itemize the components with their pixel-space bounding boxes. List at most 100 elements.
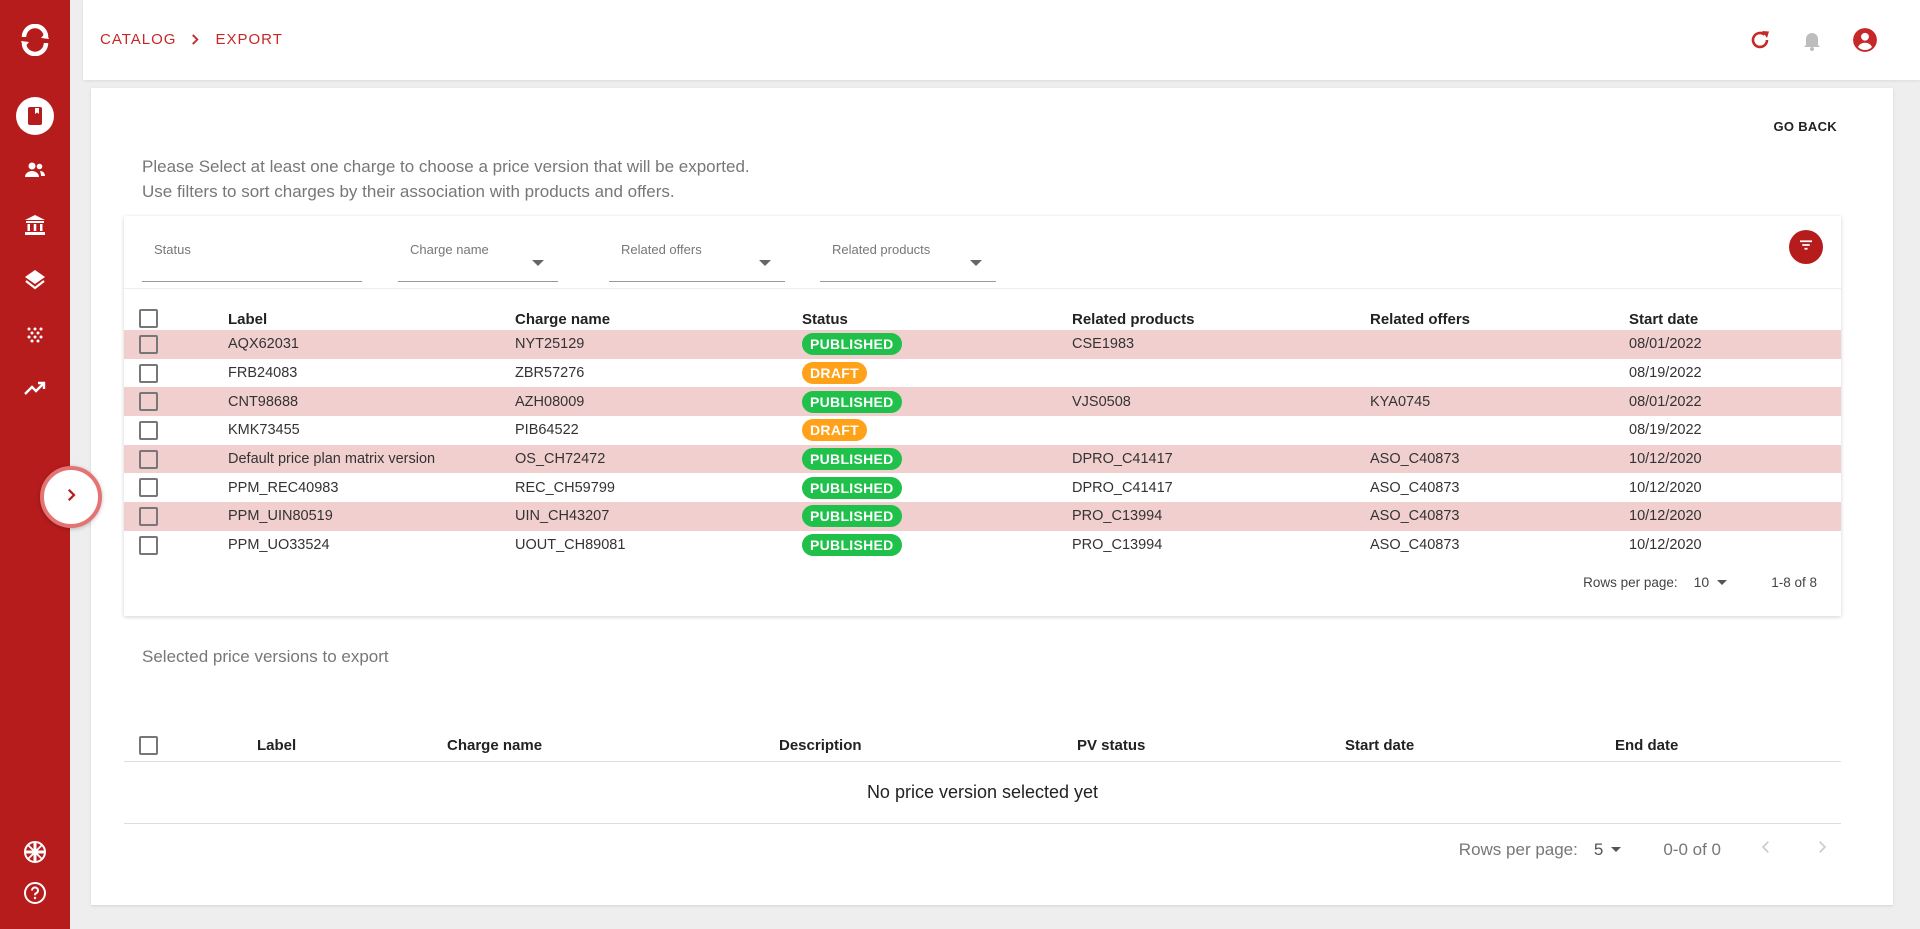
sidebar-item-catalog[interactable] — [0, 96, 70, 136]
sidebar-item-help[interactable] — [0, 875, 70, 915]
status-badge: DRAFT — [802, 419, 867, 442]
status-filter-label: Status — [154, 242, 191, 257]
column-header-label[interactable]: Label — [228, 304, 515, 330]
caret-down-icon — [1717, 579, 1728, 585]
notifications-bell-icon[interactable] — [1799, 27, 1825, 53]
rows-per-page-value: 10 — [1693, 574, 1710, 590]
row-select-cell — [124, 387, 228, 417]
related-offers-cell: ASO_C40873 — [1370, 537, 1460, 554]
selected-section-title: Selected price versions to export — [142, 647, 389, 666]
status-badge: PUBLISHED — [802, 333, 902, 356]
column-header-description[interactable]: Description — [779, 731, 1077, 762]
caret-down-icon — [1611, 847, 1622, 852]
related-products-filter-label: Related products — [832, 242, 931, 257]
previous-page-button[interactable] — [1757, 838, 1775, 861]
sidebar-item-layers[interactable] — [0, 262, 70, 302]
charge-name-cell: PIB64522 — [515, 422, 579, 439]
status-filter[interactable]: Status — [142, 228, 362, 282]
start-date-cell: 10/12/2020 — [1629, 479, 1702, 496]
start-date-cell: 10/12/2020 — [1629, 537, 1702, 554]
next-page-button[interactable] — [1813, 838, 1831, 861]
table-row[interactable]: Default price plan matrix version OS_CH72… — [124, 444, 1841, 474]
column-header-pv-status[interactable]: PV status — [1077, 731, 1345, 762]
related-products-cell: PRO_C13994 — [1072, 502, 1370, 531]
start-date-cell: 08/01/2022 — [1629, 330, 1841, 359]
sidebar-item-analytics[interactable] — [0, 317, 70, 357]
table-row[interactable]: PPM_UIN80519 UIN_CH43207 PUBLISHED PRO_C139… — [124, 502, 1841, 531]
row-select-cell — [124, 502, 228, 531]
row-checkbox[interactable] — [139, 449, 158, 469]
app-logo-icon[interactable] — [19, 23, 51, 57]
label-cell: PPM_UO33524 — [228, 537, 330, 554]
column-header-charge-name[interactable]: Charge name — [515, 304, 802, 330]
table-header-row: Label Charge name Description PV status … — [124, 731, 1841, 762]
sidebar-item-trends[interactable] — [0, 371, 70, 411]
label-cell: PPM_UIN80519 — [228, 502, 515, 531]
breadcrumb-catalog[interactable]: CATALOG — [100, 31, 176, 48]
row-select-cell — [124, 416, 228, 445]
row-checkbox[interactable] — [139, 535, 158, 555]
chevron-right-icon — [1819, 841, 1827, 853]
table-row[interactable]: FRB24083 ZBR57276 DRAFT 08/19/2022 — [124, 359, 1841, 388]
table-row[interactable]: CNT98688 AZH08009 PUBLISHED VJS0508 KYA0745 0… — [124, 387, 1841, 417]
column-header-label[interactable]: Label — [257, 731, 447, 762]
sidebar-item-users[interactable] — [0, 152, 70, 192]
selected-versions-table: Label Charge name Description PV status … — [124, 731, 1841, 824]
sidebar-item-bank[interactable] — [0, 207, 70, 247]
pagination-range: 0-0 of 0 — [1663, 839, 1721, 859]
column-header-start-date[interactable]: Start date — [1629, 304, 1841, 330]
filter-button[interactable] — [1789, 230, 1823, 264]
charge-name-cell: NYT25129 — [515, 330, 802, 359]
empty-message: No price version selected yet — [124, 761, 1841, 824]
column-header-charge-name[interactable]: Charge name — [447, 731, 779, 762]
charge-name-cell: OS_CH72472 — [515, 444, 802, 474]
caret-down-icon — [532, 260, 544, 266]
chevron-left-icon — [1761, 841, 1769, 853]
chevron-right-icon — [62, 486, 80, 509]
rows-per-page-select[interactable]: 5 — [1594, 840, 1622, 860]
sidebar — [0, 0, 70, 929]
empty-row: No price version selected yet — [124, 761, 1841, 824]
row-checkbox[interactable] — [139, 392, 158, 412]
row-checkbox[interactable] — [139, 478, 158, 498]
column-header-related-offers[interactable]: Related offers — [1370, 304, 1629, 330]
refresh-icon[interactable] — [1747, 27, 1773, 53]
layers-icon — [23, 268, 47, 297]
table-row[interactable]: KMK73455 PIB64522 DRAFT 08/19/2022 — [124, 416, 1841, 445]
row-checkbox[interactable] — [139, 334, 158, 354]
rows-per-page-select[interactable]: 10 — [1694, 574, 1728, 590]
related-offers-cell — [1370, 416, 1629, 445]
select-all-cell — [124, 731, 257, 762]
column-header-end-date[interactable]: End date — [1615, 731, 1841, 762]
row-checkbox[interactable] — [139, 506, 158, 526]
intro-line-1: Please Select at least one charge to cho… — [142, 157, 750, 176]
charge-name-cell: AZH08009 — [515, 387, 802, 417]
account-icon[interactable] — [1852, 27, 1878, 53]
charge-name-cell: UOUT_CH89081 — [515, 537, 626, 554]
row-checkbox[interactable] — [139, 420, 158, 440]
expand-sidebar-button[interactable] — [40, 466, 102, 528]
go-back-button[interactable]: GO BACK — [1774, 119, 1838, 134]
breadcrumb: CATALOG EXPORT — [100, 31, 283, 48]
column-header-status[interactable]: Status — [802, 304, 1072, 330]
select-all-checkbox[interactable] — [139, 736, 158, 756]
intro-line-2: Use filters to sort charges by their ass… — [142, 182, 675, 201]
caret-down-icon — [970, 260, 982, 266]
related-offers-filter[interactable]: Related offers — [609, 228, 785, 282]
trending-up-icon — [23, 377, 47, 406]
charge-name-cell: REC_CH59799 — [515, 479, 615, 496]
label-cell: FRB24083 — [228, 365, 298, 382]
select-all-checkbox[interactable] — [139, 309, 158, 328]
row-checkbox[interactable] — [139, 363, 158, 383]
table-row[interactable]: AQX62031 NYT25129 PUBLISHED CSE1983 08/01/20… — [124, 330, 1841, 359]
table-row[interactable]: PPM_REC40983 REC_CH59799 PUBLISHED DPRO_C41… — [124, 473, 1841, 502]
charge-name-filter[interactable]: Charge name — [398, 228, 558, 282]
table-row[interactable]: PPM_UO33524 UOUT_CH89081 PUBLISHED PRO_C139… — [124, 531, 1841, 560]
sidebar-item-language[interactable] — [0, 834, 70, 874]
column-header-related-products[interactable]: Related products — [1072, 304, 1370, 330]
label-cell: Default price plan matrix version — [228, 444, 515, 474]
status-cell: PUBLISHED — [802, 473, 1072, 502]
status-badge: DRAFT — [802, 362, 867, 385]
column-header-start-date[interactable]: Start date — [1345, 731, 1615, 762]
related-products-filter[interactable]: Related products — [820, 228, 996, 282]
